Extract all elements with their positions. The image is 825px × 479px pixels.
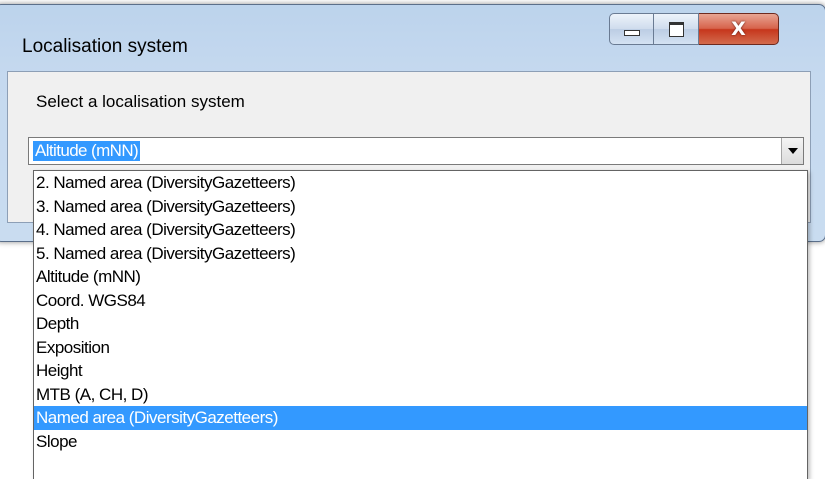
list-item[interactable]: Slope	[34, 430, 807, 454]
minimize-button[interactable]	[609, 13, 654, 45]
minimize-icon	[623, 30, 640, 36]
window-title: Localisation system	[22, 36, 188, 57]
list-item[interactable]: Altitude (mNN)	[34, 265, 807, 289]
list-item[interactable]: MTB (A, CH, D)	[34, 383, 807, 407]
list-item[interactable]: Coord. WGS84	[34, 289, 807, 313]
dropdown-list[interactable]: 2. Named area (DiversityGazetteers) 3. N…	[33, 170, 808, 479]
list-item[interactable]: 4. Named area (DiversityGazetteers)	[34, 218, 807, 242]
maximize-button[interactable]	[654, 13, 699, 45]
caption-buttons: X	[609, 13, 779, 47]
combobox-value: Altitude (mNN)	[33, 141, 141, 161]
list-item[interactable]: 2. Named area (DiversityGazetteers)	[34, 171, 807, 195]
prompt-label: Select a localisation system	[36, 92, 245, 111]
list-item[interactable]: 3. Named area (DiversityGazetteers)	[34, 195, 807, 219]
maximize-icon	[668, 21, 684, 37]
list-item[interactable]: Depth	[34, 312, 807, 336]
list-item-selected[interactable]: Named area (DiversityGazetteers)	[34, 406, 807, 430]
localisation-combobox[interactable]: Altitude (mNN)	[28, 137, 804, 165]
list-item[interactable]: Exposition	[34, 336, 807, 360]
close-icon: X	[731, 18, 746, 40]
list-item[interactable]: Height	[34, 359, 807, 383]
list-item[interactable]: 5. Named area (DiversityGazetteers)	[34, 242, 807, 266]
close-button[interactable]: X	[699, 13, 779, 45]
chevron-down-icon	[787, 148, 798, 154]
combobox-dropdown-button[interactable]	[781, 138, 803, 164]
